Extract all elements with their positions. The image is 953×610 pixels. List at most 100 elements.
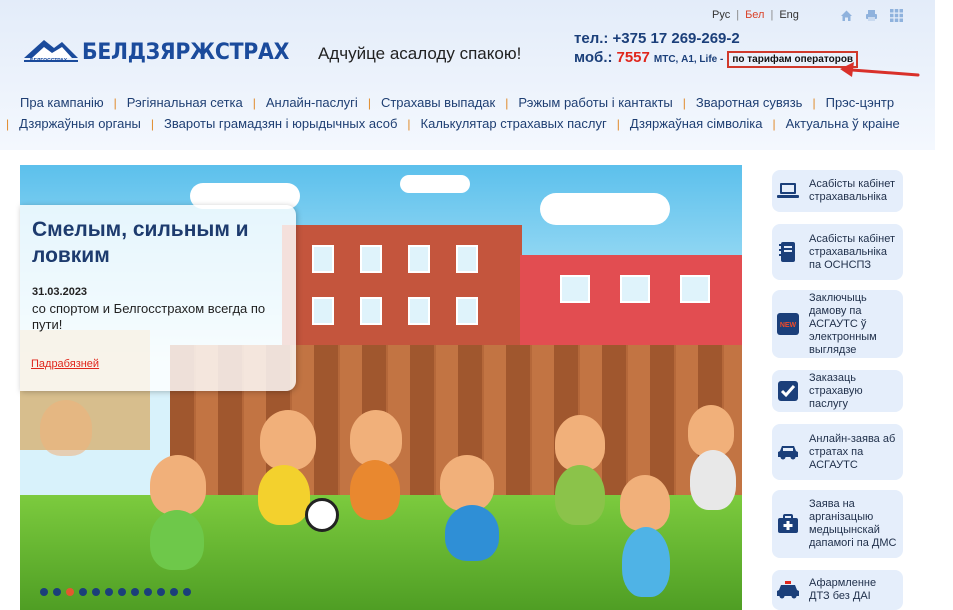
- slider-dot[interactable]: [66, 588, 74, 596]
- slider-dot[interactable]: [170, 588, 178, 596]
- separator: |: [367, 96, 371, 110]
- sidebar-item-label: Заказаць страхавую паслугу: [809, 371, 863, 410]
- nav-item-hours-contacts[interactable]: Рэжым работы і кантакты: [518, 95, 672, 110]
- separator: |: [6, 117, 10, 131]
- slide-text: со спортом и Белгосстрахом всегда по пут…: [32, 301, 266, 332]
- top-icons: [840, 9, 903, 22]
- nav-item-online-services[interactable]: Анлайн-паслугі: [266, 95, 358, 110]
- main-nav-row-2: | Дзяржаўныя органы | Звароты грамадзян і ю…: [6, 116, 941, 131]
- logo[interactable]: БЕЛДЗЯРЖСТРАХ БЕЛГОССТРАХ: [22, 34, 305, 64]
- sidebar-item-asgauts-online[interactable]: NEW Заключыць дамову па АСГАУТС ў электр…: [772, 290, 903, 358]
- sidebar-item-personal-cabinet-osnspz[interactable]: Асабісты кабінет страхавальніка па ОСНСП…: [772, 224, 903, 280]
- kid-figure: [150, 510, 204, 570]
- sidebar-item-order-service[interactable]: Заказаць страхавую паслугу: [772, 370, 903, 412]
- kid-figure: [440, 455, 494, 511]
- book-icon: [776, 241, 800, 263]
- lang-ru-link[interactable]: Рус: [712, 9, 730, 21]
- slider-pagination: [40, 588, 191, 596]
- slider-dot[interactable]: [183, 588, 191, 596]
- separator: |: [616, 117, 620, 131]
- read-more-link[interactable]: Падрабязней: [31, 358, 99, 370]
- nav-item-appeals[interactable]: Звароты грамадзян і юрыдычных асоб: [164, 116, 397, 131]
- nav-item-calculator[interactable]: Калькулятар страхавых паслуг: [421, 116, 607, 131]
- sidebar-item-online-claim[interactable]: Анлайн-заява аб стратах па АСГАУТС: [772, 424, 903, 480]
- slider-dot[interactable]: [92, 588, 100, 596]
- nav-item-state-symbols[interactable]: Дзяржаўная сімволіка: [630, 116, 763, 131]
- kid-figure: [445, 505, 499, 561]
- sidebar-item-label: Афармленне ДТЗ без ДАІ: [809, 577, 877, 602]
- svg-text:NEW: NEW: [780, 322, 797, 329]
- nav-item-regional-network[interactable]: Рэгіянальная сетка: [127, 95, 243, 110]
- slogan: Адчуйце асалоду спакою!: [318, 44, 522, 63]
- slider-dot[interactable]: [118, 588, 126, 596]
- sidebar-item-personal-cabinet[interactable]: Асабісты кабінет страхавальніка: [772, 170, 903, 212]
- separator: |: [682, 96, 686, 110]
- kid-figure: [350, 460, 400, 520]
- kid-figure: [258, 465, 310, 525]
- kid-figure: [555, 415, 605, 471]
- print-icon[interactable]: [865, 9, 878, 22]
- kid-figure: [40, 400, 92, 456]
- kid-figure: [555, 465, 605, 525]
- nav-item-feedback[interactable]: Зваротная сувязь: [696, 95, 803, 110]
- home-icon[interactable]: [840, 9, 853, 22]
- separator: |: [772, 117, 776, 131]
- kid-figure: [620, 475, 670, 531]
- nav-item-about[interactable]: Пра кампанію: [20, 95, 104, 110]
- slider-dot[interactable]: [144, 588, 152, 596]
- lang-be-link[interactable]: Бел: [745, 9, 764, 21]
- slide-date: 31.03.2023: [32, 286, 88, 298]
- separator: |: [812, 96, 816, 110]
- mobile-number: 7557: [616, 49, 650, 66]
- sidebar-item-label: Асабісты кабінет страхавальніка па ОСНСП…: [809, 232, 895, 271]
- kid-figure: [260, 410, 316, 470]
- soccer-ball: [305, 498, 339, 532]
- slider-dot[interactable]: [53, 588, 61, 596]
- separator: |: [770, 9, 774, 21]
- medkit-icon: [776, 514, 800, 534]
- separator: |: [505, 96, 509, 110]
- slider-dot[interactable]: [40, 588, 48, 596]
- slide-caption-card: Смелым, сильным и ловким 31.03.2023 со с…: [20, 205, 296, 391]
- kid-figure: [150, 455, 206, 515]
- separator: |: [113, 96, 117, 110]
- sidebar-item-label: Анлайн-заява аб стратах па АСГАУТС: [809, 432, 896, 471]
- kid-figure: [690, 450, 736, 510]
- sidebar-item-label: Асабісты кабінет страхавальніка: [809, 178, 895, 203]
- slider-dot[interactable]: [131, 588, 139, 596]
- sidebar-item-accident-no-police[interactable]: Афармленне ДТЗ без ДАІ: [772, 570, 903, 610]
- sitemap-icon[interactable]: [890, 9, 903, 22]
- building: [520, 255, 742, 355]
- logo-text: БЕЛДЗЯРЖСТРАХ: [82, 40, 290, 65]
- slider-dot[interactable]: [105, 588, 113, 596]
- lang-en-link[interactable]: Eng: [779, 9, 799, 21]
- separator: |: [736, 9, 740, 21]
- slider-dot[interactable]: [79, 588, 87, 596]
- slide-title: Смелым, сильным и ловким: [32, 218, 249, 267]
- annotation-arrow-icon: [840, 62, 920, 77]
- new-badge-icon: NEW: [776, 312, 800, 336]
- separator: |: [252, 96, 256, 110]
- kid-figure: [350, 410, 402, 466]
- car-crash-icon: [776, 443, 800, 461]
- building: [282, 225, 522, 345]
- kid-figure: [622, 527, 670, 597]
- car-police-icon: [776, 581, 800, 599]
- phone-number: тел.: +375 17 269-269-2: [574, 30, 740, 47]
- mobile-phone: моб.: 7557 МТС, А1, Life - по тарифам оп…: [574, 49, 859, 68]
- language-switcher: Рус | Бел | Eng: [712, 9, 799, 21]
- laptop-icon: [776, 182, 800, 200]
- nav-item-country-news[interactable]: Актуальна ў краіне: [786, 116, 900, 131]
- nav-item-press-center[interactable]: Прэс-цэнтр: [826, 95, 894, 110]
- mobile-operators: МТС, А1, Life -: [653, 54, 724, 65]
- slider-dot[interactable]: [157, 588, 165, 596]
- sidebar-item-label: Заключыць дамову па АСГАУТС ў электронны…: [809, 291, 877, 356]
- cloud: [540, 193, 670, 225]
- logo-subtext: БЕЛГОССТРАХ: [30, 58, 68, 64]
- nav-item-insured-event[interactable]: Страхавы выпадак: [381, 95, 495, 110]
- checkbox-icon: [776, 380, 800, 402]
- nav-item-state-bodies[interactable]: Дзяржаўныя органы: [19, 116, 141, 131]
- sidebar-item-label: Заява на арганізацыю медыцынскай дапамог…: [809, 498, 897, 549]
- sidebar-item-medical-help[interactable]: Заява на арганізацыю медыцынскай дапамог…: [772, 490, 903, 558]
- separator: |: [407, 117, 411, 131]
